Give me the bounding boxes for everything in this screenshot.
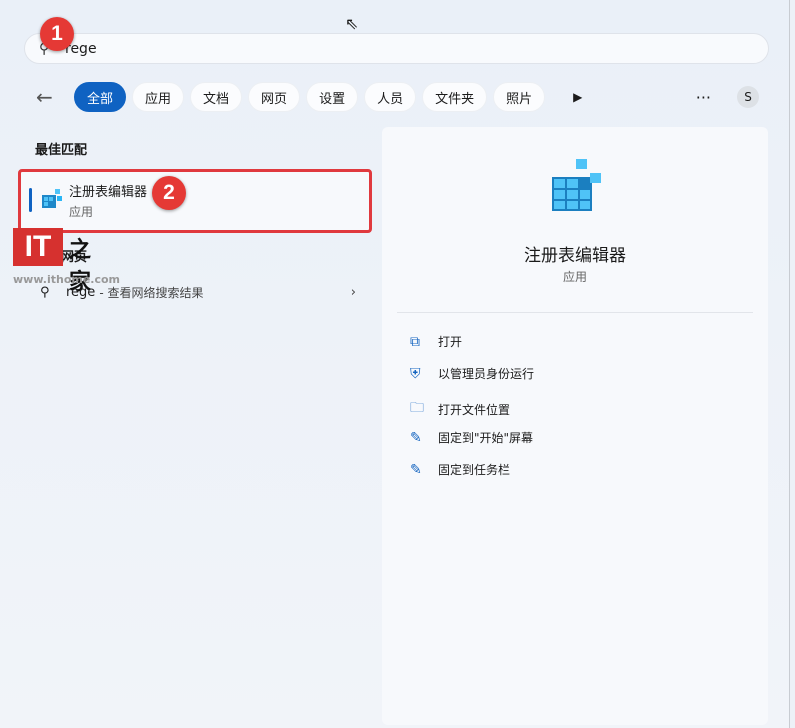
detail-title: 注册表编辑器 — [524, 246, 626, 266]
filter-people[interactable]: 人员 — [364, 82, 417, 112]
action-pin-to-taskbar[interactable]: ✎ 固定到任务栏 — [410, 461, 510, 478]
search-window: ⇖ ⚲ rege 1 ← 全部 应用 文档 网页 设置 人员 文件夹 照片 ▶ … — [0, 0, 790, 728]
action-label: 打开文件位置 — [438, 402, 511, 417]
filter-apps[interactable]: 应用 — [132, 82, 185, 112]
action-label: 以管理员身份运行 — [438, 367, 535, 381]
more-options-button[interactable]: ··· — [696, 88, 711, 107]
filter-all[interactable]: 全部 — [74, 82, 127, 112]
back-arrow-icon[interactable]: ← — [36, 85, 62, 109]
filter-folders[interactable]: 文件夹 — [422, 82, 488, 112]
search-icon: ⚲ — [40, 285, 50, 300]
open-external-icon: ⧉ — [410, 333, 420, 350]
action-run-as-admin[interactable]: ⛨ 以管理员身份运行 — [410, 365, 534, 382]
action-open[interactable]: ⧉ 打开 — [410, 333, 462, 350]
best-match-title: 注册表编辑器 — [69, 185, 148, 200]
action-pin-to-start[interactable]: ✎ 固定到"开始"屏幕 — [410, 429, 533, 446]
more-filters-play-icon[interactable]: ▶ — [573, 90, 582, 104]
action-label: 固定到任务栏 — [438, 463, 511, 477]
filter-documents[interactable]: 文档 — [190, 82, 243, 112]
detail-subtitle: 应用 — [562, 270, 587, 284]
pin-icon: ✎ — [410, 429, 422, 446]
pin-icon: ✎ — [410, 461, 422, 478]
watermark-logo: IT — [13, 228, 63, 266]
action-open-file-location[interactable]: 🗀 打开文件位置 — [410, 397, 510, 421]
registry-editor-large-icon — [550, 157, 606, 217]
filter-bar: ← 全部 应用 文档 网页 设置 人员 文件夹 照片 ▶ ··· S — [36, 82, 759, 112]
registry-editor-icon — [41, 188, 63, 214]
mouse-cursor-icon: ⇖ — [345, 14, 359, 33]
selection-indicator — [29, 188, 32, 212]
best-match-heading: 最佳匹配 — [35, 143, 88, 158]
filter-web[interactable]: 网页 — [248, 82, 301, 112]
web-search-item[interactable]: ⚲ rege - 查看网络搜索结果 › — [40, 284, 356, 301]
step-badge-2: 2 — [152, 176, 186, 210]
filter-settings[interactable]: 设置 — [306, 82, 359, 112]
step-badge-1: 1 — [40, 17, 74, 51]
web-query-suffix: - 查看网络搜索结果 — [99, 286, 204, 300]
ithome-watermark: IT 之家 www.ithome.com — [13, 228, 120, 295]
filter-photos[interactable]: 照片 — [493, 82, 546, 112]
best-match-item[interactable]: 注册表编辑器 应用 — [18, 169, 372, 233]
search-input[interactable]: ⚲ rege — [24, 33, 769, 64]
best-match-subtitle: 应用 — [69, 205, 94, 219]
detail-panel: 注册表编辑器 应用 ⧉ 打开 ⛨ 以管理员身份运行 🗀 打开文件位置 ✎ 固定到"开始"… — [382, 127, 768, 725]
web-query: rege — [66, 285, 96, 300]
action-label: 打开 — [438, 335, 463, 349]
avatar[interactable]: S — [737, 86, 759, 108]
folder-icon: 🗀 — [410, 400, 424, 416]
action-label: 固定到"开始"屏幕 — [438, 431, 534, 445]
chevron-right-icon: › — [350, 285, 356, 300]
divider — [397, 312, 753, 313]
admin-shield-icon: ⛨ — [410, 365, 421, 382]
